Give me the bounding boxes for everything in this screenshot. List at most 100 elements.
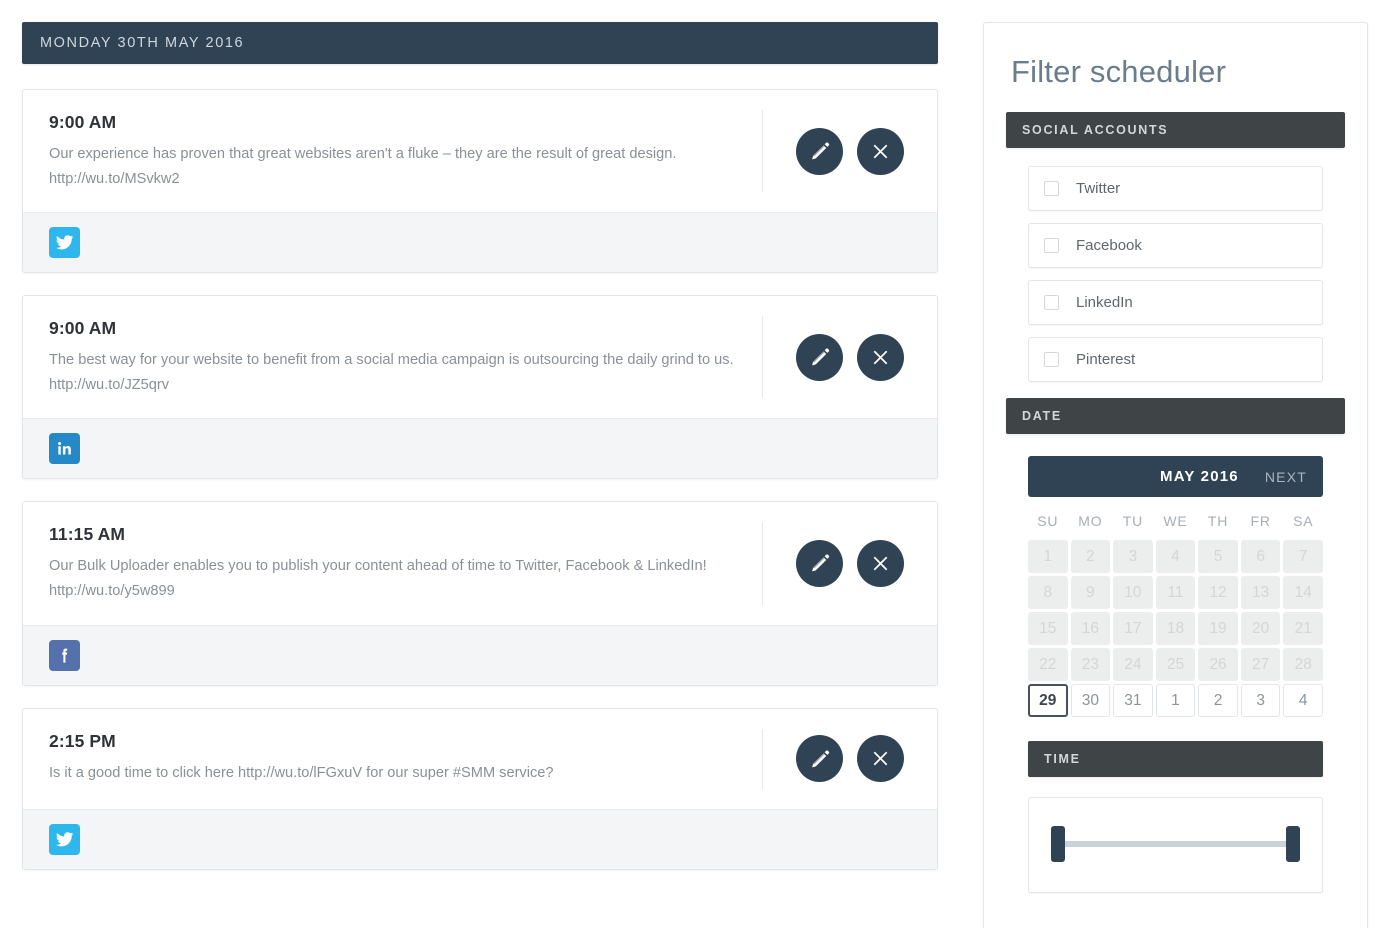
calendar-day: 25	[1155, 648, 1196, 681]
delete-post-button[interactable]	[857, 127, 904, 175]
calendar-day: 16	[1070, 612, 1111, 645]
calendar-day[interactable]: 3	[1240, 684, 1281, 717]
social-account-row-facebook[interactable]: Facebook	[1028, 223, 1323, 268]
post-text: 11:15 AM Our Bulk Uploader enables you to…	[23, 502, 762, 624]
calendar-day: 21	[1283, 612, 1323, 645]
calendar-weekday: TH	[1207, 513, 1229, 529]
calendar-day: 2	[1070, 540, 1111, 573]
calendar-day[interactable]: 30	[1070, 684, 1111, 717]
twitter-icon[interactable]	[49, 823, 80, 855]
scheduler-page: MONDAY 30TH MAY 2016 9:00 AM Our experien…	[0, 0, 1388, 928]
calendar-header: MAY 2016 NEXT	[1028, 456, 1323, 497]
edit-post-button[interactable]	[796, 735, 843, 783]
post-actions	[762, 110, 937, 193]
post-time: 9:00 AM	[49, 112, 117, 132]
post-card: 9:00 AM The best way for your website to …	[22, 295, 938, 480]
post-actions	[762, 316, 937, 399]
close-icon	[870, 748, 891, 769]
post-body: 9:00 AM Our experience has proven that gr…	[23, 90, 937, 212]
post-message: Our Bulk Uploader enables you to publish…	[49, 558, 707, 600]
pencil-icon	[809, 552, 831, 574]
post-text: 9:00 AM Our experience has proven that gr…	[23, 90, 762, 212]
delete-post-button[interactable]	[857, 735, 904, 783]
calendar-weekday: MO	[1078, 513, 1103, 529]
calendar-day: 22	[1028, 648, 1068, 681]
slider-handle-end[interactable]	[1286, 826, 1300, 862]
post-body: 9:00 AM The best way for your website to …	[23, 296, 937, 418]
close-icon	[870, 553, 891, 574]
slider-handle-start[interactable]	[1051, 826, 1065, 862]
calendar-day: 1	[1028, 540, 1068, 573]
post-time: 9:00 AM	[49, 318, 117, 339]
time-section: TIME	[1006, 717, 1345, 893]
calendar-day[interactable]: 1	[1155, 684, 1196, 717]
filter-panel: Filter scheduler SOCIAL ACCOUNTS Twitter…	[983, 22, 1368, 928]
checkbox-pinterest[interactable]	[1044, 352, 1059, 367]
calendar-day: 18	[1155, 612, 1196, 645]
calendar-day: 27	[1240, 648, 1281, 681]
calendar-grid: SU MO TU WE TH FR SA 1 2 3 4 5 6 7 8 9 10 11 12 13 14 15 16 17 1…	[1028, 507, 1323, 717]
calendar-day[interactable]: 2	[1198, 684, 1238, 717]
calendar-day: 26	[1198, 648, 1238, 681]
checkbox-linkedin[interactable]	[1044, 295, 1059, 310]
post-footer	[23, 624, 937, 685]
time-range-slider[interactable]	[1028, 797, 1323, 893]
day-banner: MONDAY 30TH MAY 2016	[22, 22, 938, 64]
edit-post-button[interactable]	[796, 333, 843, 381]
post-time: 2:15 PM	[49, 730, 116, 751]
calendar-weekday: TU	[1122, 513, 1144, 529]
calendar-next-button[interactable]: NEXT	[1265, 469, 1307, 485]
post-message: The best way for your website to benefit…	[49, 352, 734, 394]
post-message: Is it a good time to click here http://w…	[49, 764, 554, 781]
calendar-day[interactable]: 4	[1283, 684, 1323, 717]
calendar-day: 3	[1113, 540, 1153, 573]
slider-track[interactable]	[1059, 841, 1292, 847]
edit-post-button[interactable]	[796, 127, 843, 175]
post-footer	[23, 212, 937, 273]
pencil-icon	[809, 140, 831, 162]
calendar-day: 4	[1155, 540, 1196, 573]
calendar-day: 7	[1283, 540, 1323, 573]
post-actions	[762, 728, 937, 789]
edit-post-button[interactable]	[796, 539, 843, 587]
social-account-label: Facebook	[1076, 237, 1142, 254]
calendar-day: 13	[1240, 576, 1281, 609]
facebook-icon[interactable]	[49, 639, 80, 671]
calendar-day: 19	[1198, 612, 1238, 645]
calendar-day: 14	[1283, 576, 1323, 609]
calendar-day[interactable]: 31	[1113, 684, 1153, 717]
calendar-month-label: MAY 2016	[1160, 468, 1239, 485]
panel-title: Filter scheduler	[1011, 54, 1227, 89]
delete-post-button[interactable]	[857, 333, 904, 381]
section-header-social-accounts: SOCIAL ACCOUNTS	[1006, 112, 1345, 148]
pencil-icon	[809, 346, 831, 368]
social-accounts-list: Twitter Facebook LinkedIn Pinterest	[1006, 148, 1345, 398]
calendar-day[interactable]: 29	[1028, 684, 1068, 717]
schedule-feed: MONDAY 30TH MAY 2016 9:00 AM Our experien…	[0, 0, 960, 892]
section-header-time: TIME	[1028, 741, 1323, 777]
calendar-day: 6	[1240, 540, 1281, 573]
calendar-day: 5	[1198, 540, 1238, 573]
checkbox-facebook[interactable]	[1044, 238, 1059, 253]
pencil-icon	[809, 748, 831, 770]
post-card: 11:15 AM Our Bulk Uploader enables you to…	[22, 501, 938, 686]
social-account-row-pinterest[interactable]: Pinterest	[1028, 337, 1323, 382]
checkbox-twitter[interactable]	[1044, 181, 1059, 196]
close-icon	[870, 141, 891, 162]
post-message: Our experience has proven that great web…	[49, 146, 677, 188]
delete-post-button[interactable]	[857, 539, 904, 587]
social-account-row-linkedin[interactable]: LinkedIn	[1028, 280, 1323, 325]
calendar-day: 8	[1028, 576, 1068, 609]
calendar-day: 15	[1028, 612, 1068, 645]
calendar: MAY 2016 NEXT SU MO TU WE TH FR SA 1 2 3 4 5 6 7 8 9 10 1…	[1006, 434, 1345, 717]
linkedin-icon[interactable]	[49, 433, 80, 465]
social-account-row-twitter[interactable]: Twitter	[1028, 166, 1323, 211]
post-card: 9:00 AM Our experience has proven that gr…	[22, 89, 938, 274]
calendar-day: 20	[1240, 612, 1281, 645]
calendar-weekday: FR	[1250, 513, 1271, 529]
post-footer	[23, 808, 937, 869]
calendar-day: 17	[1113, 612, 1153, 645]
twitter-icon[interactable]	[49, 227, 80, 259]
calendar-day: 9	[1070, 576, 1111, 609]
social-account-label: Twitter	[1076, 180, 1121, 197]
